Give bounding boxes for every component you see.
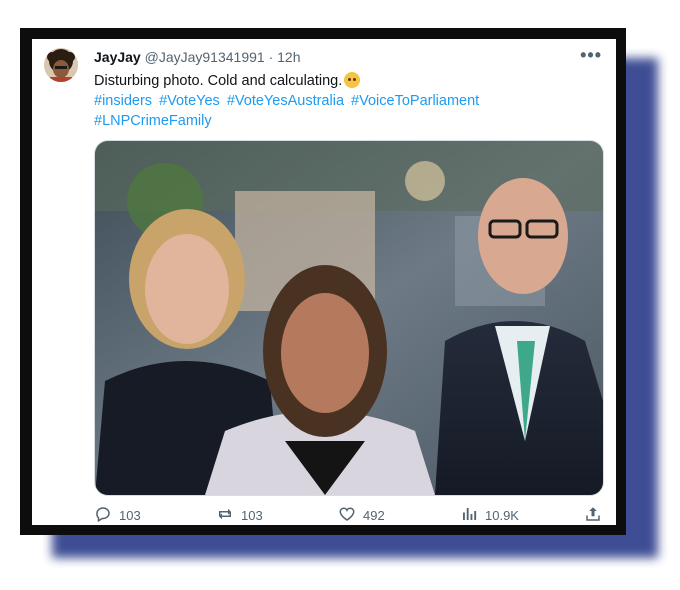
tweet-card: JayJay @JayJay91341991 · 12h ••• Disturb… [32, 39, 616, 525]
tweet-body: Disturbing photo. Cold and calculating. [94, 73, 343, 89]
tweet-text: Disturbing photo. Cold and calculating. … [94, 71, 604, 131]
share-icon [584, 505, 602, 526]
views-button[interactable]: 10.9K [460, 505, 519, 526]
tweet-photo[interactable] [94, 140, 604, 496]
hashtag-insiders[interactable]: #insiders [94, 93, 152, 109]
more-horizontal-icon[interactable]: ••• [580, 45, 602, 66]
tweet-age[interactable]: 12h [277, 49, 300, 65]
like-button[interactable]: 492 [338, 505, 385, 526]
user-handle[interactable]: @JayJay91341991 [145, 49, 265, 65]
repost-icon [216, 505, 234, 526]
reply-icon [94, 505, 112, 526]
tweet-actions: 103 103 492 10.9K [94, 505, 604, 525]
hashtag-voteyes[interactable]: #VoteYes [159, 93, 220, 109]
share-button[interactable] [584, 505, 602, 526]
like-count: 492 [363, 508, 385, 523]
heart-icon [338, 505, 356, 526]
hashtag-voicetoparliament[interactable]: #VoiceToParliament [351, 93, 479, 109]
hashtag-lnpcrimefamily[interactable]: #LNPCrimeFamily [94, 113, 212, 129]
face-holding-back-tears-emoji [344, 72, 361, 88]
avatar[interactable] [44, 48, 78, 82]
tweet-header: JayJay @JayJay91341991 · 12h [94, 49, 301, 65]
view-count: 10.9K [485, 508, 519, 523]
reply-button[interactable]: 103 [94, 505, 141, 526]
views-chart-icon [460, 505, 478, 526]
repost-count: 103 [241, 508, 263, 523]
separator-dot: · [268, 49, 274, 65]
reply-count: 103 [119, 508, 141, 523]
repost-button[interactable]: 103 [216, 505, 263, 526]
display-name[interactable]: JayJay [94, 49, 141, 65]
hashtag-voteyesaustralia[interactable]: #VoteYesAustralia [227, 93, 344, 109]
